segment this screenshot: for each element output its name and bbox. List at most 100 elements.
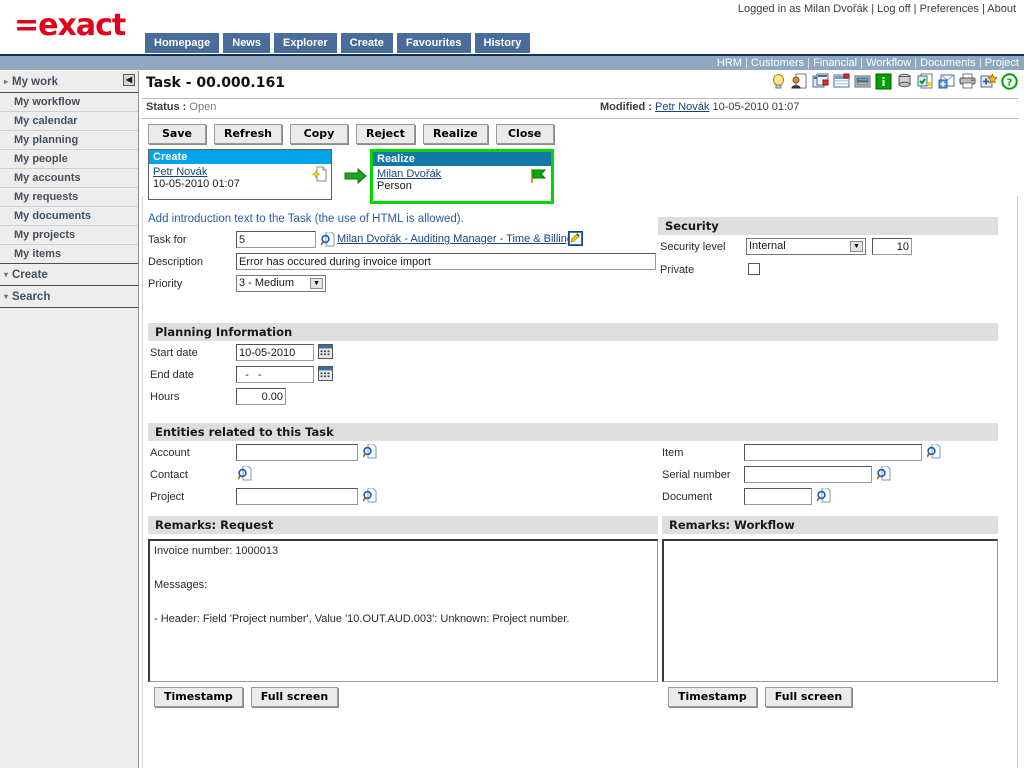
title-divider — [142, 98, 1018, 99]
reject-button[interactable]: Reject — [355, 124, 415, 144]
module-link-financial[interactable]: Financial — [813, 57, 857, 69]
workflow-step-title: Realize — [373, 152, 551, 166]
start-date-input[interactable] — [236, 344, 314, 361]
entities-panel: Entities related to this Task Account Co… — [148, 423, 998, 511]
workflow-create-user-link[interactable]: Petr Novák — [153, 166, 207, 178]
sidebar-item-my-items[interactable]: My items — [0, 245, 138, 264]
remarks-workflow-textarea[interactable] — [662, 539, 998, 682]
end-date-input[interactable] — [236, 366, 314, 383]
calendar-icon[interactable] — [318, 344, 333, 359]
sidebar-item-my-people[interactable]: My people — [0, 150, 138, 169]
item-lookup-icon[interactable] — [927, 444, 941, 459]
module-link-documents[interactable]: Documents — [920, 57, 976, 69]
document-lookup-icon[interactable] — [817, 488, 831, 503]
lightbulb-icon[interactable] — [770, 73, 787, 90]
module-link-workflow[interactable]: Workflow — [866, 57, 911, 69]
sidebar-item-my-planning[interactable]: My planning — [0, 131, 138, 150]
top-bar: =exact Logged in as Milan Dvořák | Log o… — [0, 0, 1024, 56]
tab-homepage[interactable]: Homepage — [145, 33, 220, 53]
workflow-fullscreen-button[interactable]: Full screen — [764, 687, 853, 707]
security-level-select[interactable]: Internal ▼ — [746, 238, 866, 255]
workflow-create-date: 10-05-2010 01:07 — [153, 178, 240, 190]
chevron-right-icon: ▸ — [4, 77, 9, 86]
remarks-blank-2 — [154, 594, 653, 611]
svg-text:?: ? — [1007, 78, 1013, 89]
workflow-realize-user-link[interactable]: Milan Dvořák — [377, 168, 441, 180]
tab-news[interactable]: News — [223, 33, 270, 53]
description-input[interactable] — [236, 253, 656, 270]
main-layout: ▸ My work ◀ My workflow My calendar My p… — [0, 71, 1024, 768]
module-link-hrm[interactable]: HRM — [717, 57, 742, 69]
person-document-icon[interactable] — [791, 73, 808, 90]
collapse-sidebar-button[interactable]: ◀ — [123, 74, 135, 86]
remarks-workflow-title: Remarks: Workflow — [662, 516, 998, 534]
project-input[interactable] — [236, 488, 358, 505]
sidebar-item-my-requests[interactable]: My requests — [0, 188, 138, 207]
realize-button[interactable]: Realize — [422, 124, 488, 144]
item-input[interactable] — [744, 444, 922, 461]
archive-icon[interactable] — [854, 73, 871, 90]
private-checkbox[interactable] — [748, 263, 760, 275]
database-icon[interactable] — [896, 73, 913, 90]
module-link-customers[interactable]: Customers — [751, 57, 804, 69]
account-lookup-icon[interactable] — [363, 444, 377, 459]
remarks-request-textarea[interactable]: Invoice number: 1000013 Messages: - Head… — [148, 539, 658, 682]
help-icon[interactable]: ? — [1001, 73, 1018, 90]
request-fullscreen-button[interactable]: Full screen — [250, 687, 339, 707]
refresh-button[interactable]: Refresh — [214, 124, 282, 144]
preferences-link[interactable]: Preferences — [920, 3, 979, 15]
chevron-down-icon[interactable]: ▼ — [850, 241, 863, 252]
info-icon[interactable] — [875, 73, 892, 90]
log-off-link[interactable]: Log off — [877, 3, 910, 15]
tab-create[interactable]: Create — [340, 33, 393, 53]
tab-explorer[interactable]: Explorer — [274, 33, 337, 53]
action-button-row: Save Refresh Copy Reject Realize Close — [148, 124, 554, 144]
copy-button[interactable]: Copy — [289, 124, 348, 144]
close-button[interactable]: Close — [495, 124, 554, 144]
hours-label: Hours — [150, 391, 180, 403]
new-window-icon[interactable] — [938, 73, 955, 90]
sidebar-item-my-projects[interactable]: My projects — [0, 226, 138, 245]
sidebar-section-my-work[interactable]: ▸ My work ◀ — [0, 71, 138, 93]
sidebar-item-my-calendar[interactable]: My calendar — [0, 112, 138, 131]
collapse-arrow-icon: ◀ — [125, 75, 133, 84]
task-for-input[interactable] — [236, 231, 316, 248]
modified-user-link[interactable]: Petr Novák — [655, 101, 709, 113]
sidebar-section-search[interactable]: ▾ Search — [0, 286, 138, 308]
exact-logo: =exact — [14, 8, 126, 43]
sidebar-item-my-accounts[interactable]: My accounts — [0, 169, 138, 188]
workflow-timestamp-button[interactable]: Timestamp — [668, 687, 757, 707]
calendar-icon[interactable] — [318, 366, 333, 381]
document-label: Document — [662, 491, 713, 503]
about-link[interactable]: About — [987, 3, 1016, 15]
task-for-lookup-icon[interactable] — [321, 232, 335, 247]
tab-favourites[interactable]: Favourites — [396, 33, 471, 53]
sidebar-item-my-workflow[interactable]: My workflow — [0, 93, 138, 112]
contact-lookup-icon[interactable] — [238, 466, 252, 481]
request-timestamp-button[interactable]: Timestamp — [154, 687, 243, 707]
planning-panel-body: Start date End date Hours — [148, 341, 998, 411]
priority-select[interactable]: 3 - Medium ▼ — [236, 275, 326, 292]
save-button[interactable]: Save — [148, 124, 206, 144]
task-for-resource-link[interactable]: Milan Dvořák - Auditing Manager - Time &… — [337, 233, 573, 245]
sidebar-item-my-documents[interactable]: My documents — [0, 207, 138, 226]
add-introduction-text-link[interactable]: Add introduction text to the Task (the u… — [148, 213, 464, 225]
serial-number-lookup-icon[interactable] — [877, 466, 891, 481]
edit-pencil-icon[interactable] — [568, 231, 583, 246]
module-link-project[interactable]: Project — [985, 57, 1019, 69]
copy-records-icon[interactable] — [812, 73, 829, 90]
account-input[interactable] — [236, 444, 358, 461]
add-favourite-icon[interactable] — [980, 73, 997, 90]
hours-input[interactable] — [236, 388, 286, 405]
list-record-icon[interactable] — [833, 73, 850, 90]
chevron-down-icon[interactable]: ▼ — [310, 278, 323, 289]
tab-history[interactable]: History — [474, 33, 531, 53]
workflow-step-create[interactable]: Create Petr Novák 10-05-2010 01:07 — [148, 149, 332, 200]
security-level-number-input[interactable] — [872, 238, 912, 255]
serial-number-input[interactable] — [744, 466, 872, 483]
sidebar-section-create[interactable]: ▾ Create — [0, 264, 138, 286]
checklist-icon[interactable] — [917, 73, 934, 90]
document-input[interactable] — [744, 488, 812, 505]
project-lookup-icon[interactable] — [363, 488, 377, 503]
print-icon[interactable] — [959, 73, 976, 90]
